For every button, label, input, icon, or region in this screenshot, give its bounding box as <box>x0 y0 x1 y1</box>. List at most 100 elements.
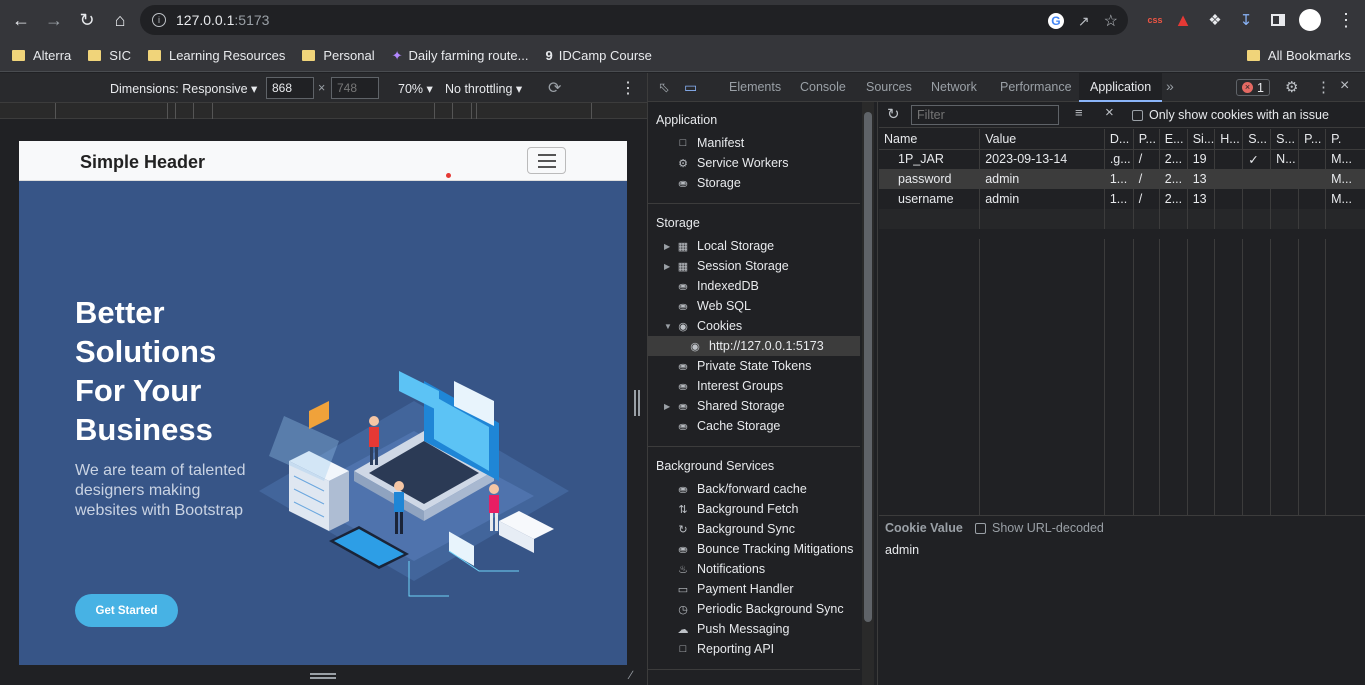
avatar[interactable] <box>1298 8 1322 32</box>
resize-handle-bottom[interactable] <box>310 673 336 679</box>
tab-performance[interactable]: Performance <box>1000 80 1072 94</box>
clear-filtered-icon[interactable]: ≡ <box>1075 105 1083 120</box>
filter-input[interactable] <box>911 105 1059 125</box>
sidebar-item-interest-groups[interactable]: ⛂ Interest Groups <box>648 376 860 396</box>
tab-console[interactable]: Console <box>800 80 846 94</box>
dimensions-select[interactable]: Dimensions: Responsive ▾ <box>110 81 257 96</box>
column-header[interactable]: S... <box>1242 129 1272 150</box>
bookmark-sic[interactable]: SIC <box>88 48 131 63</box>
sidebar-item-background-sync[interactable]: ↻ Background Sync <box>648 519 860 539</box>
sidebar-item-cookie-origin[interactable]: ◉ http://127.0.0.1:5173 <box>648 336 860 356</box>
refresh-icon[interactable]: ↻ <box>887 105 900 123</box>
sidebar-item-websql[interactable]: ⛂ Web SQL <box>648 296 860 316</box>
sidebar-item-bfcache[interactable]: ⛂ Back/forward cache <box>648 479 860 499</box>
google-icon[interactable]: G <box>1047 13 1064 29</box>
sidebar-item-session-storage[interactable]: ▶ ▦ Session Storage <box>648 256 860 276</box>
more-tabs-icon[interactable]: » <box>1166 78 1174 94</box>
reload-icon[interactable]: ↻ <box>72 5 102 35</box>
bookmark-learning-resources[interactable]: Learning Resources <box>147 48 285 63</box>
column-header[interactable]: D... <box>1104 129 1134 150</box>
cookie-row[interactable]: 1P_JAR 2023-09-13-14 .g.../2... 19 ✓ N... M... <box>879 149 1365 169</box>
tab-elements[interactable]: Elements <box>729 80 781 94</box>
column-header[interactable]: Name <box>879 129 981 150</box>
sidebar-item-bounce-tracking[interactable]: ⛂ Bounce Tracking Mitigations <box>648 539 860 559</box>
get-started-button[interactable]: Get Started <box>75 594 178 627</box>
width-input[interactable] <box>266 77 314 99</box>
puzzle-icon[interactable]: ❖ <box>1203 8 1227 32</box>
column-header[interactable]: P... <box>1298 129 1327 150</box>
brand-title[interactable]: Simple Header <box>80 152 205 173</box>
share-icon[interactable]: ↗ <box>1078 13 1090 30</box>
sidebar-item-local-storage[interactable]: ▶ ▦ Local Storage <box>648 236 860 256</box>
expand-icon[interactable]: ▶ <box>664 242 676 251</box>
only-issue-checkbox[interactable]: Only show cookies with an issue <box>1132 108 1329 122</box>
devtools-menu-icon[interactable]: ⋮ <box>1316 78 1331 96</box>
forward-icon[interactable]: → <box>39 5 69 35</box>
download-icon[interactable]: ↧ <box>1234 8 1258 32</box>
sidebar-item-indexeddb[interactable]: ⛂ IndexedDB <box>648 276 860 296</box>
column-header[interactable]: H... <box>1214 129 1244 150</box>
expand-icon[interactable]: ▶ <box>664 262 676 271</box>
inspect-icon[interactable]: ⬁ <box>658 79 670 96</box>
sidebar-item-push-messaging[interactable]: ☁ Push Messaging <box>648 619 860 639</box>
sidebar-item-background-fetch[interactable]: ⇅ Background Fetch <box>648 499 860 519</box>
expand-icon[interactable]: ▶ <box>664 402 676 411</box>
info-icon[interactable]: i <box>152 13 166 27</box>
css-extension-icon[interactable]: css <box>1143 8 1167 32</box>
resize-handle-right[interactable] <box>634 390 640 416</box>
column-header[interactable]: Si... <box>1187 129 1216 150</box>
back-icon[interactable]: ← <box>6 5 36 35</box>
sidebar-item-manifest[interactable]: □ Manifest <box>648 133 860 153</box>
tab-network[interactable]: Network <box>931 80 977 94</box>
tab-sources[interactable]: Sources <box>866 80 912 94</box>
throttling-select[interactable]: No throttling ▾ <box>445 81 522 96</box>
bookmark-personal[interactable]: Personal <box>302 48 375 63</box>
tab-application[interactable]: Application <box>1079 73 1163 102</box>
star-icon[interactable]: ☆ <box>1104 11 1118 31</box>
sidebar-item-private-state-tokens[interactable]: ⛂ Private State Tokens <box>648 356 860 376</box>
sidebar-item-reporting-api[interactable]: □ Reporting API <box>648 639 860 659</box>
more-options-icon[interactable]: ⋮ <box>620 78 636 98</box>
column-header[interactable]: E... <box>1159 129 1188 150</box>
address-bar[interactable]: i 127.0.0.1:5173 G ↗ ☆ <box>140 5 1128 35</box>
sidepanel-icon[interactable] <box>1266 8 1290 32</box>
sidebar-item-service-workers[interactable]: ⚙ Service Workers <box>648 153 860 173</box>
sidebar-item-storage[interactable]: ⛂ Storage <box>648 173 860 193</box>
close-devtools-icon[interactable]: × <box>1340 77 1349 95</box>
url-text: 127.0.0.1:5173 <box>176 12 270 28</box>
bookmark-idcamp[interactable]: 9 IDCamp Course <box>545 48 651 63</box>
bookmarks-bar: Alterra SIC Learning Resources Personal … <box>0 40 1365 72</box>
collapse-icon[interactable]: ▼ <box>664 322 676 331</box>
settings-icon[interactable]: ⚙ <box>1285 78 1298 96</box>
sidebar-item-cookies[interactable]: ▼ ◉ Cookies <box>648 316 860 336</box>
cookie-cell <box>1242 189 1272 209</box>
resize-corner-icon[interactable]: ∕ <box>630 668 632 682</box>
sidebar-scroll-thumb[interactable] <box>864 112 872 622</box>
error-badge[interactable]: × 1 <box>1236 79 1270 96</box>
cookie-value-text[interactable]: admin <box>885 543 919 557</box>
sidebar-item-cache-storage[interactable]: ⛂ Cache Storage <box>648 416 860 436</box>
bookmark-daily-farming[interactable]: ✦ Daily farming route... <box>392 48 529 64</box>
column-header[interactable]: S... <box>1270 129 1300 150</box>
navbar-toggler[interactable] <box>527 147 566 174</box>
sidebar-item-payment-handler[interactable]: ▭ Payment Handler <box>648 579 860 599</box>
cookie-row[interactable]: username admin 1.../2... 13 M... <box>879 189 1365 209</box>
zoom-select[interactable]: 70% ▾ <box>398 81 433 96</box>
url-decoded-checkbox[interactable]: Show URL-decoded <box>975 521 1104 535</box>
column-header[interactable]: Value <box>979 129 1105 150</box>
delete-selected-icon[interactable]: × <box>1105 104 1114 121</box>
height-input[interactable] <box>331 77 379 99</box>
warning-extension-icon[interactable]: ▲ <box>1171 8 1195 32</box>
rotate-icon[interactable]: ⟳ <box>548 78 561 98</box>
home-icon[interactable]: ⌂ <box>105 5 135 35</box>
sidebar-item-periodic-sync[interactable]: ◷ Periodic Background Sync <box>648 599 860 619</box>
menu-icon[interactable]: ⋮ <box>1334 8 1358 32</box>
all-bookmarks[interactable]: All Bookmarks <box>1246 48 1351 63</box>
sidebar-item-shared-storage[interactable]: ▶ ⛂ Shared Storage <box>648 396 860 416</box>
column-header[interactable]: P... <box>1133 129 1160 150</box>
cookie-row[interactable]: password admin 1.../2... 13 M... <box>879 169 1365 189</box>
bookmark-alterra[interactable]: Alterra <box>12 48 71 63</box>
device-toggle-icon[interactable]: ▭ <box>684 79 697 96</box>
sidebar-item-notifications[interactable]: ♨ Notifications <box>648 559 860 579</box>
column-header[interactable]: P. <box>1325 129 1365 150</box>
